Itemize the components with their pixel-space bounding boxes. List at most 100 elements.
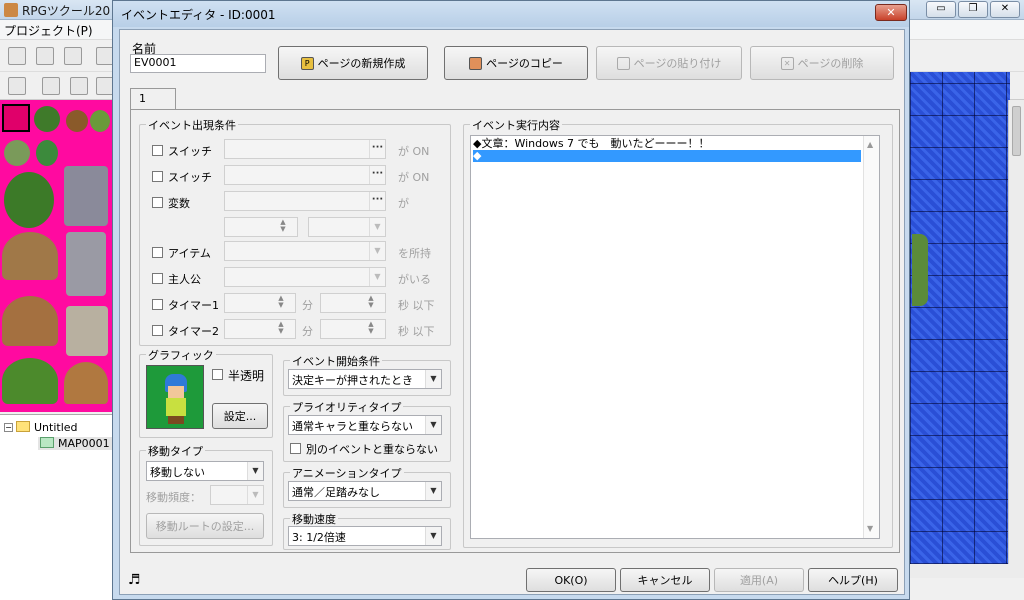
legs-shape <box>168 416 184 424</box>
dialog-close-icon[interactable]: ✕ <box>875 4 907 21</box>
command-list[interactable]: ◆文章：Windows 7 でも 動いたどーーー！！ ◆ ▲ ▼ <box>470 135 880 539</box>
apply-button[interactable]: 適用(A) <box>714 568 804 592</box>
cactus-tile-icon[interactable] <box>36 140 58 166</box>
map-tree[interactable]: − Untitled MAP0001 <box>0 414 112 600</box>
menu-project[interactable]: プロジェクト(P) <box>4 22 93 39</box>
map-horizontal-scrollbar[interactable] <box>910 564 1024 578</box>
character-sprite-preview[interactable] <box>146 365 204 429</box>
variable-field[interactable]: ··· <box>224 191 386 211</box>
start-condition-dropdown[interactable]: 決定キーが押されたとき ▼ <box>288 369 442 389</box>
stump-tile-icon[interactable] <box>66 110 88 132</box>
undo-icon[interactable] <box>8 77 26 95</box>
browse-icon[interactable]: ··· <box>369 166 385 184</box>
tree-root[interactable]: − Untitled <box>4 421 78 434</box>
spin-arrows-icon[interactable]: ▲ ▼ <box>365 321 377 337</box>
move-route-button[interactable]: 移動ルートの設定... <box>146 513 264 539</box>
chevron-down-icon[interactable]: ▼ <box>369 268 385 286</box>
scroll-down-icon[interactable]: ▼ <box>867 524 873 533</box>
map-view[interactable] <box>910 72 1010 564</box>
graphic-title: グラフィック <box>146 347 216 363</box>
variable-compare-dropdown[interactable]: ▼ <box>308 217 386 237</box>
chevron-down-icon[interactable]: ▼ <box>247 462 263 480</box>
tool-event-layer-icon[interactable] <box>64 47 82 65</box>
minimize-icon[interactable]: ▭ <box>926 1 956 18</box>
scroll-thumb[interactable] <box>1012 106 1021 156</box>
browse-icon[interactable]: ··· <box>369 140 385 158</box>
zoom-icon[interactable] <box>70 77 88 95</box>
move-speed-dropdown[interactable]: 3: 1/2倍速 ▼ <box>288 526 442 546</box>
animation-value: 通常／足踏みなし <box>292 486 380 499</box>
move-type-dropdown[interactable]: 移動しない ▼ <box>146 461 264 481</box>
restore-icon[interactable]: ❐ <box>958 1 988 18</box>
bush-tile-icon[interactable] <box>4 140 30 166</box>
command-line-selected[interactable]: ◆ <box>473 150 861 162</box>
timer2-checkbox[interactable] <box>152 325 163 336</box>
timer1-sec-spinner[interactable]: ▲ ▼ <box>320 293 386 313</box>
switch1-checkbox[interactable] <box>152 145 163 156</box>
music-note-icon[interactable]: ♬ <box>128 572 141 588</box>
scroll-up-icon[interactable]: ▲ <box>867 140 873 149</box>
map-vertical-scrollbar[interactable] <box>1008 100 1024 578</box>
switch1-field[interactable]: ··· <box>224 139 386 159</box>
ruins-tile-icon[interactable] <box>66 306 108 356</box>
name-input[interactable]: EV0001 <box>130 54 266 73</box>
timer2-min-spinner[interactable]: ▲ ▼ <box>224 319 296 339</box>
tool-layer-icon[interactable] <box>36 47 54 65</box>
chevron-down-icon[interactable]: ▼ <box>425 416 441 434</box>
close-icon[interactable]: ✕ <box>990 1 1020 18</box>
forest-tile-icon[interactable] <box>4 172 54 228</box>
dirt-hill-tile-icon[interactable] <box>64 362 108 404</box>
variable-checkbox[interactable] <box>152 197 163 208</box>
chevron-down-icon[interactable]: ▼ <box>425 482 441 500</box>
spin-arrows-icon[interactable]: ▲ ▼ <box>275 321 287 337</box>
hero-checkbox[interactable] <box>152 273 163 284</box>
spin-arrows-icon[interactable]: ▲ ▼ <box>275 295 287 311</box>
hero-dropdown[interactable]: ▼ <box>224 267 386 287</box>
item-checkbox[interactable] <box>152 247 163 258</box>
variable-value-spinner[interactable]: ▲ ▼ <box>224 217 298 237</box>
timer1-min-spinner[interactable]: ▲ ▼ <box>224 293 296 313</box>
browse-icon[interactable]: ··· <box>369 192 385 210</box>
hill-tile-icon[interactable] <box>2 358 58 404</box>
select-icon[interactable] <box>42 77 60 95</box>
tool-eraser-icon[interactable] <box>8 47 26 65</box>
graphic-settings-button[interactable]: 設定... <box>212 403 268 429</box>
copy-page-button[interactable]: ページのコピー <box>444 46 588 80</box>
paste-page-button[interactable]: ページの貼り付け <box>596 46 742 80</box>
move-frequency-dropdown[interactable]: ▼ <box>210 485 264 505</box>
priority-dropdown[interactable]: 通常キャラと重ならない ▼ <box>288 415 442 435</box>
chevron-down-icon[interactable]: ▼ <box>425 370 441 388</box>
tree-item-map[interactable]: MAP0001 <box>38 437 112 450</box>
castle-tile-icon[interactable] <box>64 166 108 226</box>
spin-arrows-icon[interactable]: ▲ ▼ <box>277 219 289 235</box>
cancel-button[interactable]: キャンセル <box>620 568 710 592</box>
chevron-down-icon[interactable]: ▼ <box>247 486 263 504</box>
chevron-down-icon[interactable]: ▼ <box>369 218 385 236</box>
command-line[interactable]: ◆文章：Windows 7 でも 動いたどーーー！！ <box>473 138 861 150</box>
volcano-tile-icon[interactable] <box>2 296 58 346</box>
delete-page-button[interactable]: ✕ ページの削除 <box>750 46 894 80</box>
spin-arrows-icon[interactable]: ▲ ▼ <box>365 295 377 311</box>
mountain-tile-icon[interactable] <box>2 232 58 280</box>
collapse-icon[interactable]: − <box>4 423 13 432</box>
animation-dropdown[interactable]: 通常／足踏みなし ▼ <box>288 481 442 501</box>
tileset-palette[interactable] <box>0 100 112 412</box>
command-scrollbar[interactable]: ▲ ▼ <box>863 136 879 538</box>
tower-tile-icon[interactable] <box>66 232 106 296</box>
ok-button[interactable]: OK(O) <box>526 568 616 592</box>
new-page-button[interactable]: P ページの新規作成 <box>278 46 428 80</box>
help-button[interactable]: ヘルプ(H) <box>808 568 898 592</box>
page-tab-1[interactable]: 1 <box>130 88 176 110</box>
plant-tile-icon[interactable] <box>90 110 110 132</box>
timer1-checkbox[interactable] <box>152 299 163 310</box>
no-overlap-checkbox[interactable] <box>290 443 301 454</box>
switch2-checkbox[interactable] <box>152 171 163 182</box>
timer2-sec-spinner[interactable]: ▲ ▼ <box>320 319 386 339</box>
translucent-checkbox[interactable] <box>212 369 223 380</box>
tree-tile-icon[interactable] <box>34 106 60 132</box>
chevron-down-icon[interactable]: ▼ <box>425 527 441 545</box>
chevron-down-icon[interactable]: ▼ <box>369 242 385 260</box>
switch2-field[interactable]: ··· <box>224 165 386 185</box>
item-dropdown[interactable]: ▼ <box>224 241 386 261</box>
switch1-label: スイッチ <box>168 145 212 158</box>
